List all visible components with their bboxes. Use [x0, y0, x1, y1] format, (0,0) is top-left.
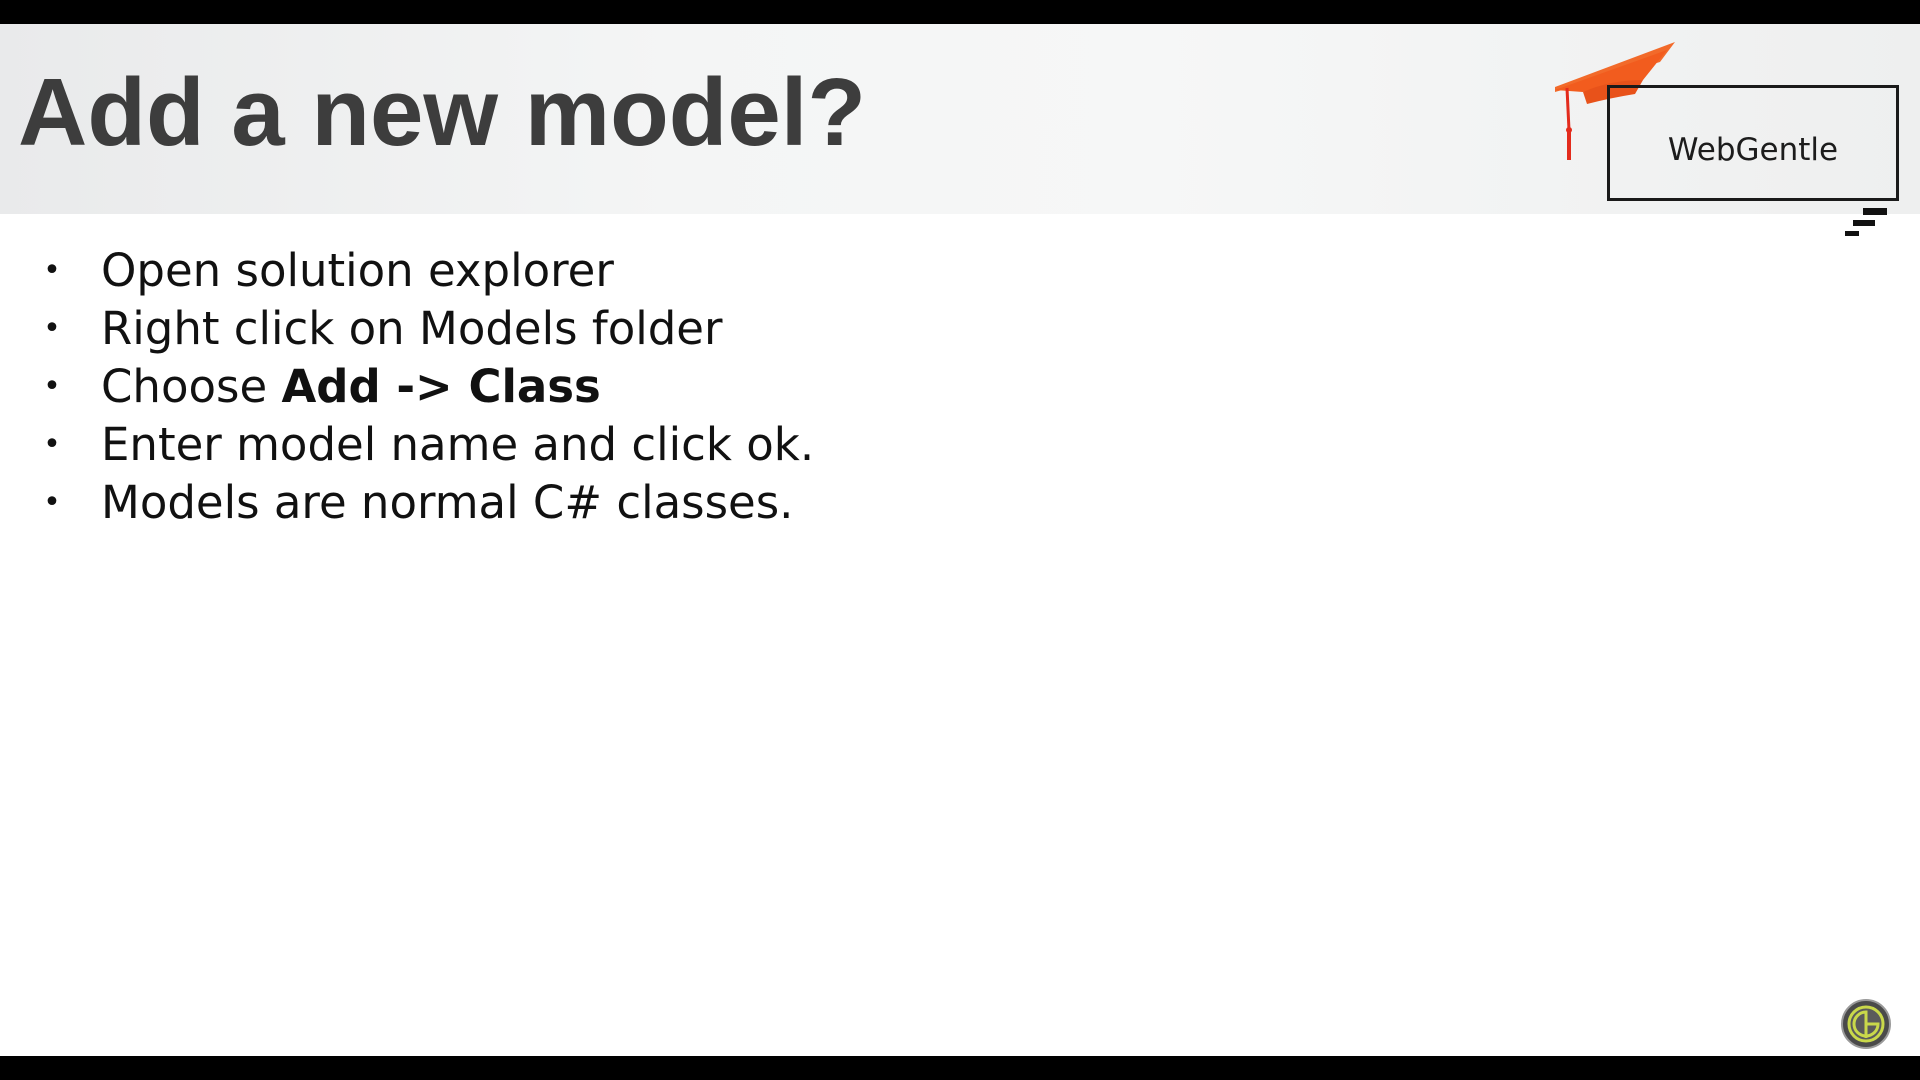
bullet-text: Right click on Models folder — [101, 302, 723, 355]
slide: Add a new model? WebGentle • Open soluti… — [0, 24, 1920, 1056]
bullet-icon: • — [43, 311, 61, 346]
slide-header: Add a new model? WebGentle — [0, 24, 1920, 236]
bullet-icon: • — [43, 253, 61, 288]
bullet-text: Enter model name and click ok. — [101, 418, 815, 471]
video-frame: Add a new model? WebGentle • Open soluti… — [0, 0, 1920, 1080]
bullet-prefix: Choose — [101, 360, 282, 413]
bullet-bold-add: Add — [281, 360, 381, 413]
bullet-icon: • — [43, 369, 61, 404]
bullet-text: Open solution explorer — [101, 244, 614, 297]
brand-name: WebGentle — [1667, 132, 1839, 168]
bullet-bold-class: Class — [468, 360, 601, 413]
circular-logo-icon — [1840, 998, 1892, 1050]
slide-title: Add a new model? — [18, 59, 867, 166]
bullet-text: Models are normal C# classes. — [101, 476, 794, 529]
bullet-text: Choose Add -> Class — [101, 358, 601, 416]
bullet-icon: • — [43, 427, 61, 462]
webgentle-logo: WebGentle — [1555, 32, 1905, 252]
bullet-arrow: -> — [380, 360, 469, 413]
bullet-icon: • — [43, 485, 61, 520]
